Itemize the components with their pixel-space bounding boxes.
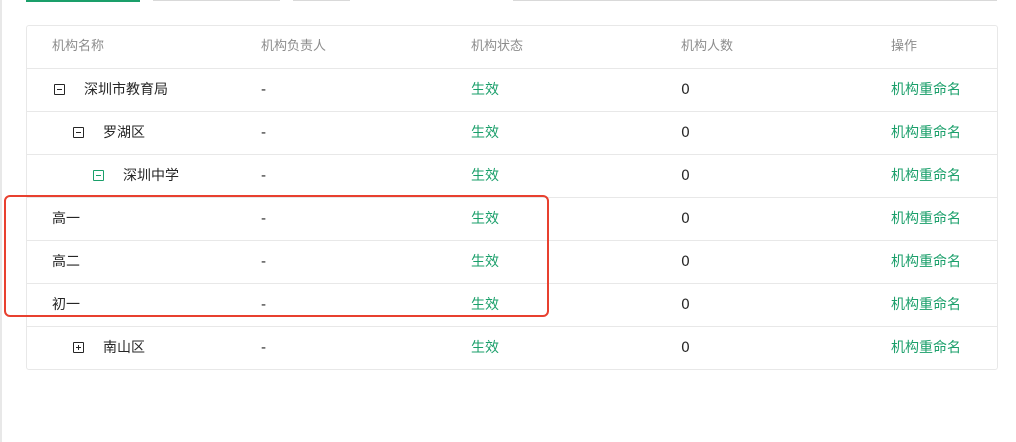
org-count: 0 bbox=[681, 168, 690, 184]
table-row: 高一 - 生效 0 机构重命名 bbox=[27, 198, 997, 241]
table-row: 深圳中学 - 生效 0 机构重命名 bbox=[27, 155, 997, 198]
org-count: 0 bbox=[681, 125, 690, 141]
org-status: 生效 bbox=[471, 297, 499, 313]
rename-link[interactable]: 机构重命名 bbox=[891, 241, 961, 283]
org-count: 0 bbox=[681, 340, 690, 356]
org-count: 0 bbox=[681, 211, 690, 227]
org-name: 初一 bbox=[52, 297, 80, 313]
table-header: 机构名称 机构负责人 机构状态 机构人数 操作 bbox=[27, 26, 997, 69]
table-row: 深圳市教育局 - 生效 0 机构重命名 bbox=[27, 69, 997, 112]
rename-link[interactable]: 机构重命名 bbox=[891, 69, 961, 111]
rename-link[interactable]: 机构重命名 bbox=[891, 327, 961, 369]
org-count: 0 bbox=[681, 254, 690, 270]
org-name-cell: 深圳市教育局 bbox=[54, 69, 168, 111]
org-leader: - bbox=[261, 211, 267, 227]
rename-link[interactable]: 机构重命名 bbox=[891, 155, 961, 197]
header-status: 机构状态 bbox=[471, 39, 524, 54]
org-count: 0 bbox=[681, 297, 690, 313]
organization-table: 机构名称 机构负责人 机构状态 机构人数 操作 深圳市教育局 - 生效 0 机构… bbox=[26, 25, 998, 370]
org-leader: - bbox=[261, 82, 267, 98]
org-status: 生效 bbox=[471, 340, 499, 356]
tab-active-indicator[interactable] bbox=[26, 0, 140, 2]
org-count: 0 bbox=[681, 82, 690, 98]
org-name: 罗湖区 bbox=[103, 125, 145, 141]
org-status: 生效 bbox=[471, 211, 499, 227]
tab-indicator[interactable] bbox=[153, 0, 280, 1]
collapse-icon[interactable] bbox=[93, 169, 104, 181]
org-status: 生效 bbox=[471, 125, 499, 141]
org-name: 高一 bbox=[52, 211, 80, 227]
expand-icon[interactable] bbox=[73, 341, 84, 353]
header-leader: 机构负责人 bbox=[261, 39, 327, 54]
left-border bbox=[0, 0, 2, 442]
org-leader: - bbox=[261, 125, 267, 141]
org-status: 生效 bbox=[471, 168, 499, 184]
rename-link[interactable]: 机构重命名 bbox=[891, 284, 961, 326]
org-status: 生效 bbox=[471, 82, 499, 98]
org-name-cell: 罗湖区 bbox=[73, 112, 145, 154]
top-tab-bar bbox=[0, 0, 1016, 4]
org-name-cell: 深圳中学 bbox=[93, 155, 179, 197]
org-name: 深圳市教育局 bbox=[84, 82, 168, 98]
collapse-icon[interactable] bbox=[54, 83, 65, 95]
org-name-cell: 南山区 bbox=[73, 327, 145, 369]
table-row: 初一 - 生效 0 机构重命名 bbox=[27, 284, 997, 327]
table-row: 高二 - 生效 0 机构重命名 bbox=[27, 241, 997, 284]
rename-link[interactable]: 机构重命名 bbox=[891, 198, 961, 240]
table-row: 罗湖区 - 生效 0 机构重命名 bbox=[27, 112, 997, 155]
org-name: 高二 bbox=[52, 254, 80, 270]
org-status: 生效 bbox=[471, 254, 499, 270]
org-leader: - bbox=[261, 168, 267, 184]
org-leader: - bbox=[261, 297, 267, 313]
org-name: 深圳中学 bbox=[123, 168, 179, 184]
tab-indicator[interactable] bbox=[293, 0, 350, 1]
org-leader: - bbox=[261, 254, 267, 270]
header-action: 操作 bbox=[891, 39, 918, 54]
header-count: 机构人数 bbox=[681, 39, 734, 54]
collapse-icon[interactable] bbox=[73, 126, 84, 138]
tab-indicator[interactable] bbox=[513, 0, 997, 1]
org-leader: - bbox=[261, 340, 267, 356]
table-row: 南山区 - 生效 0 机构重命名 bbox=[27, 327, 997, 369]
rename-link[interactable]: 机构重命名 bbox=[891, 112, 961, 154]
header-name: 机构名称 bbox=[52, 39, 105, 54]
org-name: 南山区 bbox=[103, 340, 145, 356]
